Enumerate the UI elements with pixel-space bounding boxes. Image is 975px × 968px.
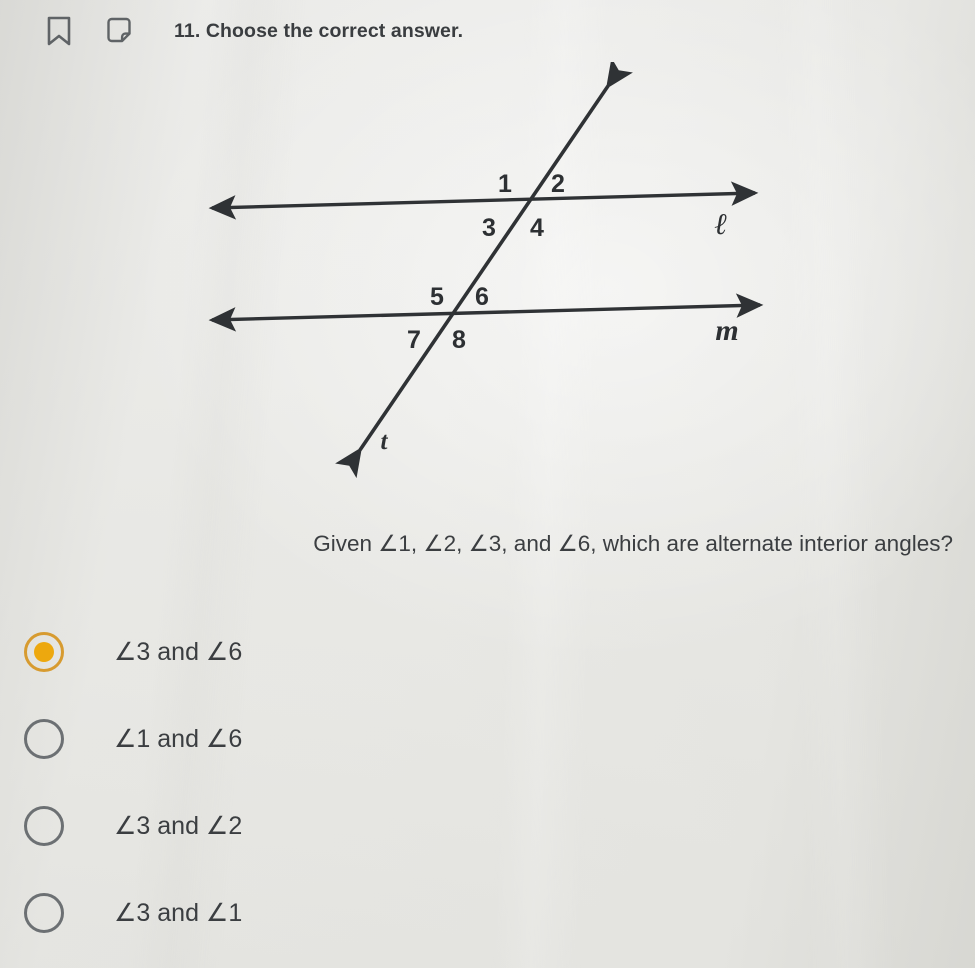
radio-button-2[interactable] <box>24 718 64 759</box>
answer-option-1-label: ∠3 and ∠6 <box>114 637 243 666</box>
note-button[interactable] <box>102 14 136 48</box>
question-text: Given ∠1, ∠2, ∠3, and ∠6, which are alte… <box>313 531 953 556</box>
angle-label-1: 1 <box>498 170 512 198</box>
note-icon <box>104 16 134 46</box>
geometry-diagram: 1 2 3 4 5 6 7 8 ℓ m t <box>0 62 975 492</box>
bookmark-icon <box>45 15 73 47</box>
angle-label-3: 3 <box>482 214 496 242</box>
bookmark-button[interactable] <box>42 14 76 48</box>
line-l <box>208 181 759 220</box>
line-label-m: m <box>715 314 738 347</box>
angle-label-7: 7 <box>407 326 421 354</box>
question-prompt: Given ∠1, ∠2, ∠3, and ∠6, which are alte… <box>0 531 975 557</box>
answer-options-list: ∠3 and ∠6 ∠1 and ∠6 ∠3 and ∠2 ∠3 and ∠1 <box>0 608 975 956</box>
line-label-l: ℓ <box>715 208 728 241</box>
answer-option-1[interactable]: ∠3 and ∠6 <box>0 608 975 695</box>
answer-option-2-label: ∠1 and ∠6 <box>114 724 243 753</box>
angle-label-8: 8 <box>452 326 466 354</box>
answer-option-2[interactable]: ∠1 and ∠6 <box>0 695 975 782</box>
answer-option-3[interactable]: ∠3 and ∠2 <box>0 782 975 869</box>
radio-button-3[interactable] <box>24 805 64 846</box>
line-label-t: t <box>381 428 389 455</box>
angle-label-2: 2 <box>551 170 565 198</box>
answer-option-4[interactable]: ∠3 and ∠1 <box>0 869 975 956</box>
page-title: 11. Choose the correct answer. <box>174 19 464 42</box>
radio-button-4[interactable] <box>24 892 64 933</box>
answer-option-4-label: ∠3 and ∠1 <box>114 898 243 927</box>
radio-button-1[interactable] <box>24 631 64 672</box>
angle-label-5: 5 <box>430 283 444 311</box>
angle-label-6: 6 <box>475 283 489 311</box>
line-t-transversal <box>335 62 633 479</box>
answer-option-3-label: ∠3 and ∠2 <box>114 811 243 840</box>
question-header: 11. Choose the correct answer. <box>0 0 975 62</box>
angle-label-4: 4 <box>530 214 544 242</box>
